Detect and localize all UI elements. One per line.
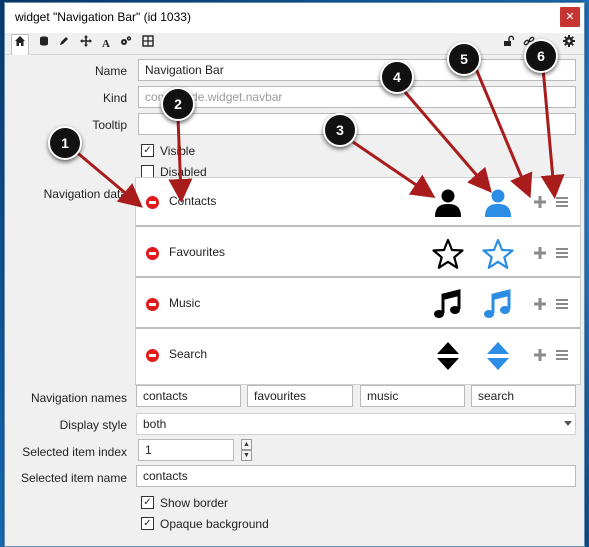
pencil-icon[interactable] xyxy=(55,35,73,53)
nav-item-row[interactable]: Music xyxy=(136,280,580,329)
person-icon[interactable] xyxy=(432,187,464,219)
unlock-icon[interactable] xyxy=(500,35,518,53)
display-style-select[interactable]: both xyxy=(136,413,576,435)
kind-label: Kind xyxy=(102,91,127,105)
spin-up-button[interactable]: ▲ xyxy=(241,439,252,450)
navigation-name-input[interactable]: search xyxy=(471,385,576,407)
selected-index-label: Selected item index xyxy=(22,445,127,459)
move-icon[interactable] xyxy=(77,35,95,53)
navigation-name-input[interactable]: favourites xyxy=(247,385,353,407)
music-note-icon[interactable] xyxy=(432,289,464,321)
selected-index-input[interactable]: 1 xyxy=(138,439,234,461)
navigation-name-input[interactable]: music xyxy=(360,385,465,407)
selected-name-input[interactable]: contacts xyxy=(136,465,576,487)
opaque-background-checkbox[interactable]: ✓ xyxy=(141,517,154,530)
nav-item-row[interactable]: Contacts xyxy=(136,178,580,227)
visible-label: Visible xyxy=(160,144,196,158)
nav-item-label: Contacts xyxy=(169,194,217,208)
selected-name-label: Selected item name xyxy=(20,471,127,485)
music-note-icon-selected[interactable] xyxy=(482,289,514,321)
remove-item-icon[interactable] xyxy=(146,349,159,362)
display-style-label: Display style xyxy=(59,418,127,432)
star-icon-selected[interactable] xyxy=(482,238,514,270)
name-input[interactable]: Navigation Bar xyxy=(138,59,576,81)
tooltip-input[interactable] xyxy=(138,113,576,135)
drag-handle-icon[interactable] xyxy=(555,298,569,310)
callout-badge: 6 xyxy=(524,39,558,73)
spin-down-button[interactable]: ▼ xyxy=(241,450,252,461)
gears-icon[interactable] xyxy=(117,35,135,53)
show-border-label: Show border xyxy=(160,496,229,510)
navigation-name-input[interactable]: contacts xyxy=(136,385,241,407)
name-label: Name xyxy=(94,64,127,78)
window-title: widget "Navigation Bar" (id 1033) xyxy=(15,10,191,24)
drag-handle-icon[interactable] xyxy=(555,247,569,259)
nav-item-label: Search xyxy=(169,347,208,361)
kind-field: com...node.widget.navbar xyxy=(138,86,576,108)
opaque-background-label: Opaque background xyxy=(160,517,269,531)
font-icon[interactable]: A xyxy=(97,35,115,53)
remove-item-icon[interactable] xyxy=(146,247,159,260)
add-item-icon[interactable] xyxy=(533,195,547,209)
drag-handle-icon[interactable] xyxy=(555,196,569,208)
callout-badge: 5 xyxy=(447,42,481,76)
nav-item-row[interactable]: Favourites xyxy=(136,229,580,278)
callout-badge: 4 xyxy=(380,60,414,94)
callout-badge: 1 xyxy=(48,126,82,160)
star-icon[interactable] xyxy=(432,238,464,270)
show-border-checkbox[interactable]: ✓ xyxy=(141,496,154,509)
toolbar: A xyxy=(5,33,584,55)
navigation-data-label: Navigation data xyxy=(43,187,127,201)
close-button[interactable]: ✕ xyxy=(560,7,580,27)
navigation-names-label: Navigation names xyxy=(30,391,127,405)
database-icon[interactable] xyxy=(35,35,53,53)
callout-badge: 3 xyxy=(323,113,357,147)
settings-gear-icon[interactable] xyxy=(560,35,578,53)
title-bar: widget "Navigation Bar" (id 1033) ✕ xyxy=(5,3,584,33)
sort-arrows-icon[interactable] xyxy=(432,340,464,372)
widget-properties-window: widget "Navigation Bar" (id 1033) ✕ A Na… xyxy=(4,2,585,547)
sort-arrows-icon-selected[interactable] xyxy=(482,340,514,372)
visible-checkbox[interactable]: ✓ xyxy=(141,144,154,157)
person-icon-selected[interactable] xyxy=(482,187,514,219)
remove-item-icon[interactable] xyxy=(146,196,159,209)
layout-icon[interactable] xyxy=(139,35,157,53)
nav-item-label: Music xyxy=(169,296,201,310)
remove-item-icon[interactable] xyxy=(146,298,159,311)
nav-item-label: Favourites xyxy=(169,245,226,259)
chevron-down-icon[interactable] xyxy=(564,421,572,427)
navigation-data-list: Contacts Favourites Music Search xyxy=(135,177,581,385)
home-icon[interactable] xyxy=(11,34,29,55)
callout-badge: 2 xyxy=(161,87,195,121)
add-item-icon[interactable] xyxy=(533,297,547,311)
nav-item-row[interactable]: Search xyxy=(136,331,580,380)
add-item-icon[interactable] xyxy=(533,348,547,362)
drag-handle-icon[interactable] xyxy=(555,349,569,361)
add-item-icon[interactable] xyxy=(533,246,547,260)
